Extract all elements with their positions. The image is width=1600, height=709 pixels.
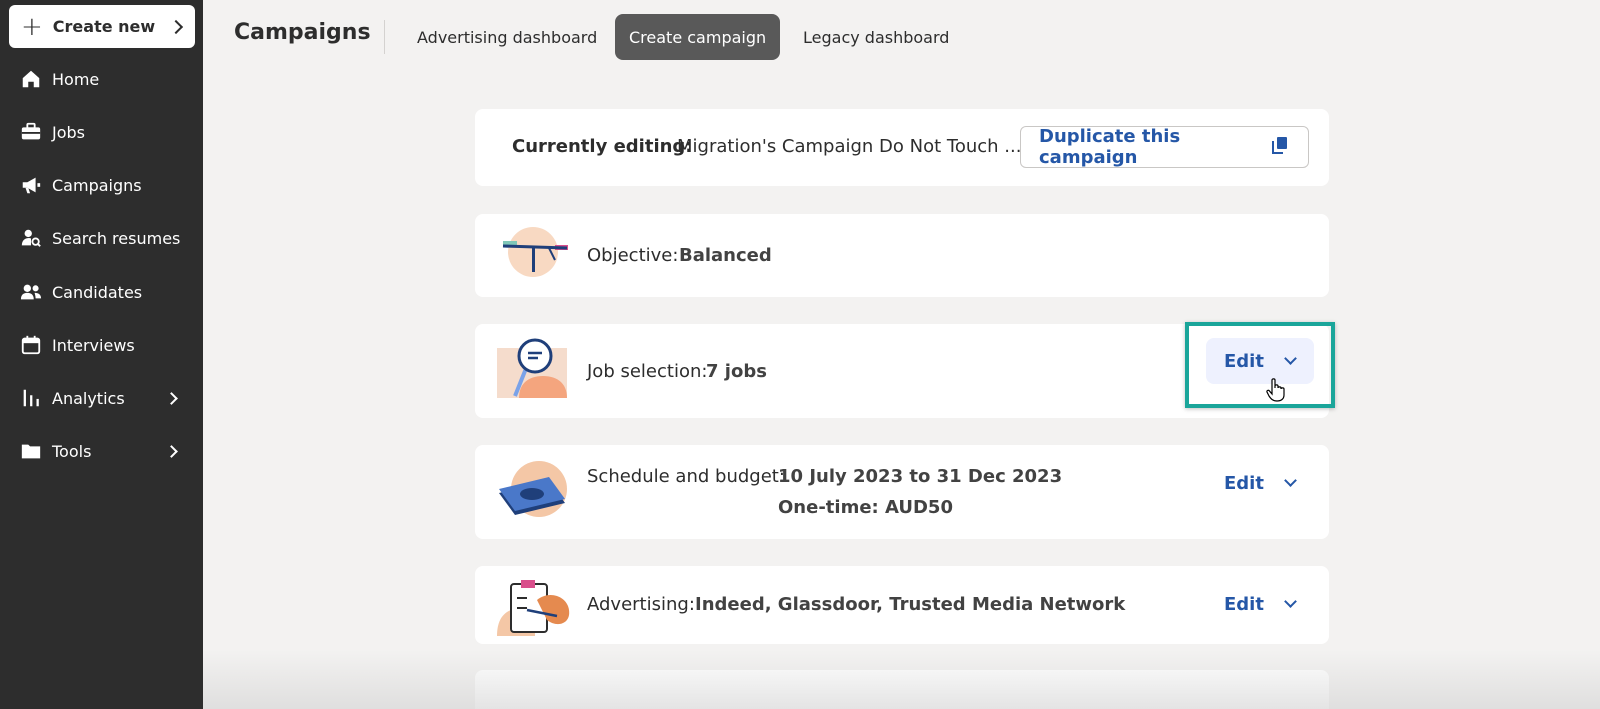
sidebar-item-home[interactable]: Home — [0, 57, 203, 101]
chevron-right-icon — [165, 391, 178, 405]
home-icon — [19, 67, 43, 91]
header-divider — [384, 20, 385, 54]
highlight-annotation-box — [1185, 322, 1335, 408]
job-selection-label: Job selection: — [587, 361, 708, 382]
sidebar-item-tools[interactable]: Tools — [0, 429, 203, 473]
sidebar-item-label: Candidates — [52, 282, 143, 302]
schedule-budget-label: Schedule and budget: — [587, 466, 785, 487]
objective-card: Objective: Balanced — [475, 214, 1329, 297]
sidebar-item-label: Search resumes — [52, 228, 181, 248]
clipboard-hand-illustration — [497, 580, 571, 640]
edit-advertising-button[interactable]: Edit — [1206, 581, 1314, 627]
plus-icon: + — [21, 11, 43, 42]
money-illustration — [497, 459, 571, 525]
chevron-down-icon — [1284, 595, 1297, 608]
sidebar-item-label: Analytics — [52, 388, 125, 408]
chevron-right-icon — [165, 444, 178, 458]
duplicate-campaign-label: Duplicate this campaign — [1039, 126, 1181, 168]
chevron-down-icon — [1284, 474, 1297, 487]
budget-value: One-time: AUD50 — [778, 497, 953, 518]
sidebar-item-search-resumes[interactable]: Search resumes — [0, 216, 203, 260]
sidebar: + Create new Home Jobs Campaigns Search … — [0, 0, 203, 709]
tab-create-campaign[interactable]: Create campaign — [615, 14, 781, 60]
tab-legacy-dashboard[interactable]: Legacy dashboard — [789, 14, 963, 60]
sidebar-item-candidates[interactable]: Candidates — [0, 270, 203, 314]
magnifier-person-illustration — [497, 338, 571, 402]
sidebar-item-label: Campaigns — [52, 175, 142, 195]
sidebar-item-label: Tools — [52, 441, 92, 461]
sidebar-item-campaigns[interactable]: Campaigns — [0, 163, 203, 207]
sidebar-item-label: Home — [52, 69, 100, 89]
calendar-icon — [19, 333, 43, 357]
currently-editing-card: Currently editing: Migration's Campaign … — [475, 109, 1329, 186]
schedule-dates: 10 July 2023 to 31 Dec 2023 — [778, 466, 1063, 487]
campaign-name: Migration's Campaign Do Not Touch ... — [677, 136, 1022, 157]
edit-schedule-budget-button[interactable]: Edit — [1206, 460, 1314, 506]
sidebar-item-label: Jobs — [52, 122, 85, 142]
edit-label: Edit — [1224, 472, 1264, 494]
schedule-budget-card: Schedule and budget: 10 July 2023 to 31 … — [475, 445, 1329, 539]
duplicate-campaign-button[interactable]: Duplicate this campaign — [1020, 126, 1309, 168]
page-header: Campaigns Advertising dashboard Create c… — [203, 0, 1600, 74]
job-selection-value: 7 jobs — [706, 361, 767, 382]
page-title: Campaigns — [234, 20, 371, 45]
next-card-partial — [475, 670, 1329, 709]
sidebar-item-analytics[interactable]: Analytics — [0, 376, 203, 420]
bar-chart-icon — [19, 386, 43, 410]
advertising-value: Indeed, Glassdoor, Trusted Media Network — [695, 594, 1126, 615]
chevron-right-icon — [168, 19, 184, 34]
balance-scale-illustration — [497, 226, 571, 288]
advertising-card: Advertising: Indeed, Glassdoor, Trusted … — [475, 566, 1329, 644]
objective-value: Balanced — [679, 245, 772, 266]
hand-cursor-icon — [1266, 378, 1286, 406]
advertising-label: Advertising: — [587, 594, 695, 615]
objective-label: Objective: — [587, 245, 679, 266]
search-person-icon — [19, 226, 43, 250]
people-icon — [19, 280, 43, 304]
briefcase-icon — [19, 120, 43, 144]
folder-icon — [19, 439, 43, 463]
create-new-label: Create new — [52, 17, 156, 36]
tab-advertising-dashboard[interactable]: Advertising dashboard — [403, 14, 611, 60]
create-new-button[interactable]: + Create new — [9, 5, 195, 48]
sidebar-item-jobs[interactable]: Jobs — [0, 110, 203, 154]
copy-icon — [1272, 136, 1288, 158]
sidebar-item-interviews[interactable]: Interviews — [0, 323, 203, 367]
megaphone-icon — [19, 173, 43, 197]
sidebar-item-label: Interviews — [52, 335, 135, 355]
edit-label: Edit — [1224, 593, 1264, 615]
currently-editing-label: Currently editing: — [512, 136, 693, 157]
